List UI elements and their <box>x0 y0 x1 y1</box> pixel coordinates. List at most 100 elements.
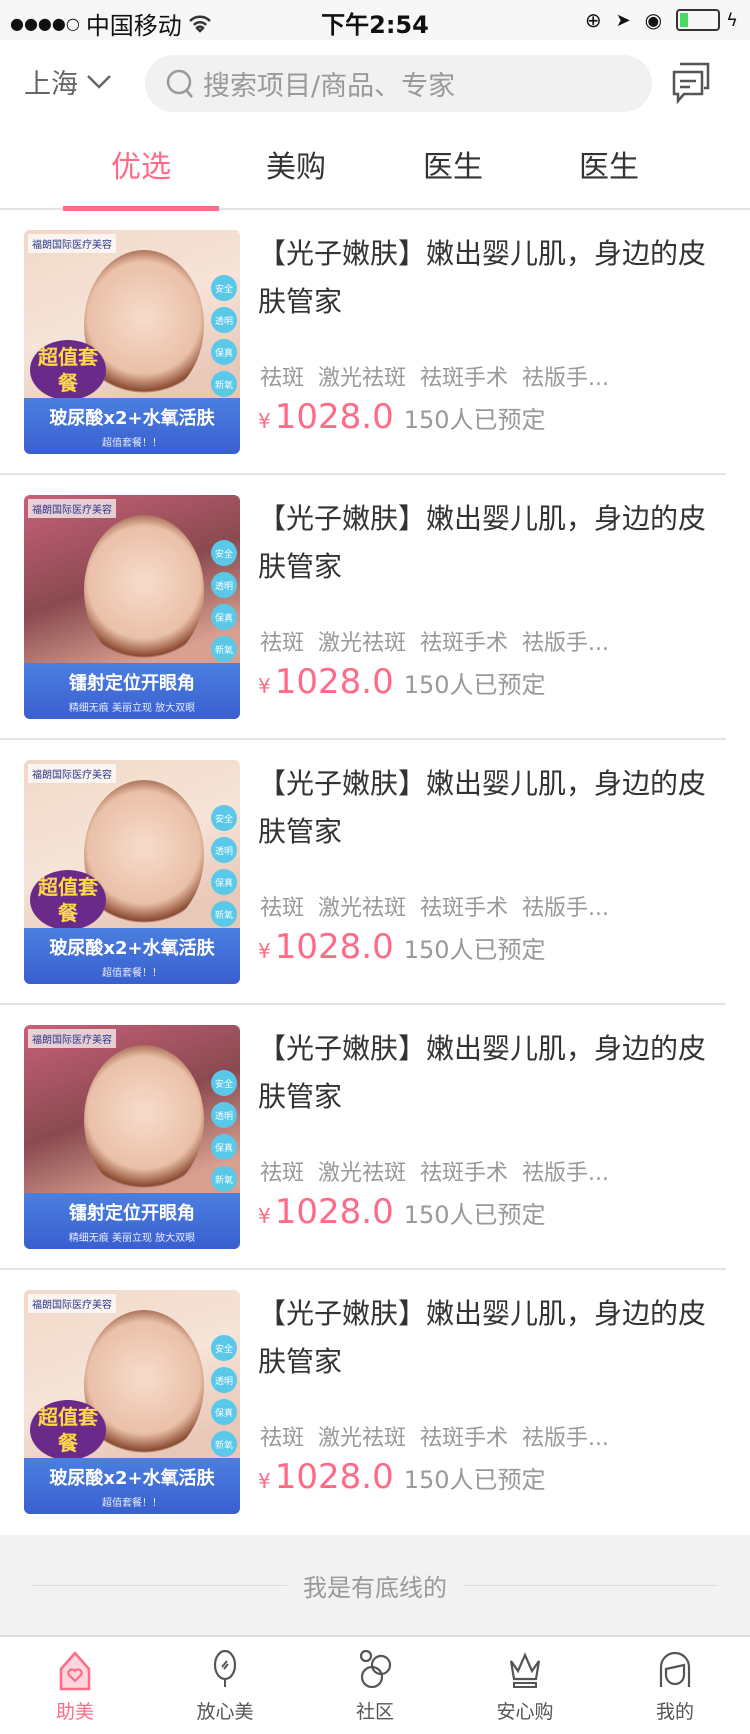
charging-icon: ϟ <box>726 9 738 31</box>
booked-count: 150人已预定 <box>403 1466 546 1494</box>
price-row: ¥1028.0 150人已预定 <box>258 1192 546 1232</box>
booked-count: 150人已预定 <box>403 406 546 434</box>
tab-3[interactable]: 医生 <box>531 126 687 210</box>
banner-title: 玻尿酸x2+水氧活肤 <box>49 1468 215 1489</box>
battery-icon <box>676 9 721 31</box>
banner-title: 镭射定位开眼角 <box>69 1203 195 1224</box>
product-image: 福朗国际医疗美容 安全 透明 保真 新氧 镭射定位开眼角 精细无痕 美丽立现 放大双眼 <box>24 495 240 719</box>
tag-list: 祛斑 激光祛斑 祛斑手术 祛版手... <box>260 625 609 657</box>
badge: 安全 <box>211 540 237 566</box>
product-item[interactable]: 福朗国际医疗美容 安全 透明 保真 新氧 超值套餐 玻尿酸x2+水氧活肤 超值套餐！！ … <box>0 740 726 1005</box>
product-list: 福朗国际医疗美容 安全 透明 保真 新氧 超值套餐 玻尿酸x2+水氧活肤 超值套餐！！ … <box>0 210 750 1535</box>
badges: 安全 透明 保真 新氧 <box>211 805 237 927</box>
image-banner: 玻尿酸x2+水氧活肤 超值套餐！！ <box>24 928 240 984</box>
clinic-logo: 福朗国际医疗美容 <box>28 764 116 783</box>
badge: 透明 <box>211 1102 237 1128</box>
tag[interactable]: 激光祛斑 <box>318 1420 406 1452</box>
tab-0[interactable]: 优选 <box>63 126 219 211</box>
search-input[interactable]: 搜索项目/商品、专家 <box>145 55 652 112</box>
tag[interactable]: 祛版手... <box>522 1420 609 1452</box>
image-banner: 玻尿酸x2+水氧活肤超值套餐！！ <box>24 398 240 454</box>
promo-seal: 超值套餐 <box>30 340 106 400</box>
price-row: ¥1028.0 150人已预定 <box>258 397 546 437</box>
banner-title: 玻尿酸x2+水氧活肤 <box>49 408 215 429</box>
product-title: 【光子嫩肤】嫩出婴儿肌，身边的皮肤管家 <box>258 1297 707 1378</box>
clinic-logo: 福朗国际医疗美容 <box>28 499 116 518</box>
image-banner: 镭射定位开眼角 精细无痕 美丽立现 放大双眼 <box>24 663 240 719</box>
tag[interactable]: 祛斑手术 <box>420 1420 508 1452</box>
price: 1028.0 <box>274 927 394 967</box>
tag[interactable]: 激光祛斑 <box>318 1155 406 1187</box>
message-icon[interactable] <box>670 60 714 104</box>
product-title: 【光子嫩肤】嫩出婴儿肌，身边的皮肤管家 <box>258 237 707 318</box>
currency: ¥ <box>258 1204 271 1228</box>
city-selector[interactable]: 上海 <box>24 62 112 101</box>
divider <box>32 1584 287 1586</box>
tag[interactable]: 祛斑手术 <box>420 625 508 657</box>
badge: 安全 <box>211 275 237 301</box>
tabbar-item-4[interactable]: 我的 <box>600 1637 750 1734</box>
product-item[interactable]: 福朗国际医疗美容 安全 透明 保真 新氧 镭射定位开眼角 精细无痕 美丽立现 放大双眼 … <box>0 1005 726 1270</box>
tag[interactable]: 祛斑手术 <box>420 1155 508 1187</box>
currency: ¥ <box>258 409 271 433</box>
product-image: 福朗国际医疗美容 安全 透明 保真 新氧 超值套餐 玻尿酸x2+水氧活肤 超值套餐！！ <box>24 230 240 454</box>
tag[interactable]: 祛斑 <box>260 625 304 657</box>
badge: 保真 <box>211 1399 237 1425</box>
tag[interactable]: 祛斑 <box>260 890 304 922</box>
banner-sub: 超值套餐！！ <box>102 438 162 449</box>
tag[interactable]: 激光祛斑 <box>318 360 406 392</box>
product-title: 【光子嫩肤】嫩出婴儿肌，身边的皮肤管家 <box>258 502 707 583</box>
product-item[interactable]: 福朗国际医疗美容 安全 透明 保真 新氧 超值套餐 玻尿酸x2+水氧活肤 超值套餐！！ … <box>0 1270 726 1535</box>
tag[interactable]: 祛斑 <box>260 1420 304 1452</box>
tab-2[interactable]: 医生 <box>375 126 531 210</box>
product-item[interactable]: 福朗国际医疗美容 安全 透明 保真 新氧 镭射定位开眼角 精细无痕 美丽立现 放大双眼 … <box>0 475 726 740</box>
tag[interactable]: 祛斑手术 <box>420 890 508 922</box>
tabbar-item-0[interactable]: 助美 <box>0 1637 150 1734</box>
badge: 保真 <box>211 869 237 895</box>
category-tabs: 优选 美购 医生 医生 <box>0 126 750 211</box>
price: 1028.0 <box>274 1192 394 1232</box>
tag[interactable]: 激光祛斑 <box>318 625 406 657</box>
end-of-list: 我是有底线的 <box>0 1535 750 1635</box>
tag-list: 祛斑 激光祛斑 祛斑手术 祛版手... <box>260 1155 609 1187</box>
tabbar-label: 安心购 <box>496 1701 554 1723</box>
tag[interactable]: 祛版手... <box>522 360 609 392</box>
badge: 安全 <box>211 1335 237 1361</box>
badge: 安全 <box>211 1070 237 1096</box>
header: 上海 搜索项目/商品、专家 <box>0 40 750 126</box>
tabbar-item-1[interactable]: 放心美 <box>150 1637 300 1734</box>
badge: 安全 <box>211 805 237 831</box>
tabbar-label: 我的 <box>655 1701 694 1723</box>
banner-sub: 精细无痕 美丽立现 放大双眼 <box>68 703 196 714</box>
currency: ¥ <box>258 939 271 963</box>
price: 1028.0 <box>274 1457 394 1497</box>
tag[interactable]: 激光祛斑 <box>318 890 406 922</box>
alarm-icon: ◉ <box>644 8 663 32</box>
tag[interactable]: 祛斑手术 <box>420 360 508 392</box>
promo-seal: 超值套餐 <box>30 870 106 930</box>
tabbar-label: 社区 <box>355 1701 394 1723</box>
tag[interactable]: 祛版手... <box>522 890 609 922</box>
tag[interactable]: 祛斑 <box>260 1155 304 1187</box>
tabbar-item-2[interactable]: 社区 <box>300 1637 450 1734</box>
model-photo <box>84 515 204 665</box>
price-row: ¥1028.0 150人已预定 <box>258 927 546 967</box>
rotation-lock-icon: ⊕ <box>584 8 602 32</box>
currency: ¥ <box>258 674 271 698</box>
badges: 安全 透明 保真 新氧 <box>211 1335 237 1457</box>
product-title: 【光子嫩肤】嫩出婴儿肌，身边的皮肤管家 <box>258 1032 707 1113</box>
tab-1[interactable]: 美购 <box>218 126 374 210</box>
home-heart-icon <box>59 1651 91 1691</box>
product-image: 福朗国际医疗美容 安全 透明 保真 新氧 镭射定位开眼角 精细无痕 美丽立现 放大双眼 <box>24 1025 240 1249</box>
badges: 安全 透明 保真 新氧 <box>211 275 237 397</box>
tag[interactable]: 祛版手... <box>522 625 609 657</box>
clinic-logo: 福朗国际医疗美容 <box>28 1029 116 1048</box>
tabbar-label: 放心美 <box>196 1701 254 1723</box>
tag[interactable]: 祛版手... <box>522 1155 609 1187</box>
tag[interactable]: 祛斑 <box>260 360 304 392</box>
badge: 新氧 <box>211 901 237 927</box>
product-item[interactable]: 福朗国际医疗美容 安全 透明 保真 新氧 超值套餐 玻尿酸x2+水氧活肤 超值套餐！！ … <box>0 210 726 475</box>
tabbar-item-3[interactable]: 安心购 <box>450 1637 600 1734</box>
bottom-tab-bar: 助美 放心美 社区 安心购 我的 <box>0 1635 750 1734</box>
badge: 透明 <box>211 1367 237 1393</box>
